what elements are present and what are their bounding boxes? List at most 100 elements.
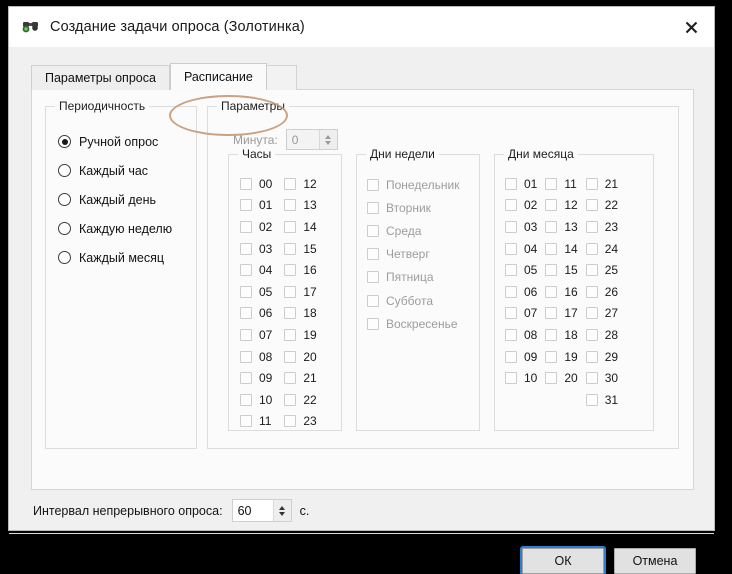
- window-title: Создание задачи опроса (Золотинка): [50, 19, 305, 35]
- radio-mark-icon: [58, 193, 71, 206]
- checkbox-hour[interactable]: 07: [240, 324, 272, 346]
- checkbox-monthday[interactable]: 02: [505, 195, 537, 217]
- checkbox-weekday[interactable]: Среда: [367, 219, 459, 242]
- close-button[interactable]: [668, 7, 714, 47]
- tab-schedule[interactable]: Расписание: [170, 63, 267, 90]
- checkbox-hour[interactable]: 22: [284, 389, 316, 411]
- cancel-button[interactable]: Отмена: [614, 548, 696, 574]
- checkbox-monthday[interactable]: 26: [586, 281, 618, 303]
- checkbox-hour[interactable]: 12: [284, 173, 316, 195]
- checkbox-weekday[interactable]: Суббота: [367, 289, 459, 312]
- checkbox-hour[interactable]: 01: [240, 195, 272, 217]
- arrow-up-icon: [279, 506, 285, 510]
- checkbox-hour[interactable]: 05: [240, 281, 272, 303]
- checkbox-label: 11: [564, 177, 576, 191]
- checkbox-weekday[interactable]: Понедельник: [367, 173, 459, 196]
- checkbox-icon: [240, 264, 252, 276]
- checkbox-monthday[interactable]: 21: [586, 173, 618, 195]
- checkbox-monthday[interactable]: 04: [505, 238, 537, 260]
- checkbox-hour[interactable]: 17: [284, 281, 316, 303]
- checkbox-monthday[interactable]: 23: [586, 216, 618, 238]
- checkbox-monthday[interactable]: 28: [586, 324, 618, 346]
- checkbox-hour[interactable]: 16: [284, 259, 316, 281]
- checkbox-monthday[interactable]: 16: [545, 281, 577, 303]
- interval-label: Интервал непрерывного опроса:: [33, 504, 223, 518]
- checkbox-icon: [367, 318, 379, 330]
- checkbox-weekday[interactable]: Четверг: [367, 243, 459, 266]
- checkbox-hour[interactable]: 00: [240, 173, 272, 195]
- checkbox-hour[interactable]: 11: [240, 411, 272, 433]
- checkbox-monthday[interactable]: 29: [586, 346, 618, 368]
- checkbox-monthday[interactable]: 20: [545, 367, 577, 389]
- radio-manual-poll[interactable]: Ручной опрос: [58, 127, 172, 156]
- checkbox-hour[interactable]: 19: [284, 324, 316, 346]
- checkbox-monthday[interactable]: 06: [505, 281, 537, 303]
- checkbox-hour[interactable]: 18: [284, 303, 316, 325]
- checkbox-icon: [505, 199, 517, 211]
- radio-every-day[interactable]: Каждый день: [58, 185, 172, 214]
- checkbox-monthday[interactable]: 31: [586, 389, 618, 411]
- checkbox-hour[interactable]: 21: [284, 367, 316, 389]
- checkbox-monthday[interactable]: 14: [545, 238, 577, 260]
- checkbox-monthday[interactable]: 24: [586, 238, 618, 260]
- checkbox-label: 11: [259, 414, 271, 428]
- checkbox-monthday[interactable]: 15: [545, 259, 577, 281]
- checkbox-hour[interactable]: 04: [240, 259, 272, 281]
- checkbox-label: 20: [564, 371, 577, 385]
- checkbox-monthday[interactable]: 10: [505, 367, 537, 389]
- checkbox-hour[interactable]: 08: [240, 346, 272, 368]
- group-weekdays: Дни недели Понедельник Вторник Среда Чет…: [356, 154, 480, 431]
- close-icon: [685, 21, 698, 34]
- checkbox-monthday[interactable]: 09: [505, 346, 537, 368]
- checkbox-hour[interactable]: 14: [284, 216, 316, 238]
- checkbox-weekday[interactable]: Вторник: [367, 196, 459, 219]
- checkbox-monthday[interactable]: 25: [586, 259, 618, 281]
- checkbox-hour[interactable]: 15: [284, 238, 316, 260]
- checkbox-hour[interactable]: 03: [240, 238, 272, 260]
- checkbox-monthday[interactable]: 18: [545, 324, 577, 346]
- interval-stepper-arrows[interactable]: [273, 500, 291, 521]
- interval-value[interactable]: 60: [233, 500, 273, 521]
- checkbox-monthday[interactable]: 01: [505, 173, 537, 195]
- checkbox-monthday[interactable]: 07: [505, 303, 537, 325]
- checkbox-monthday[interactable]: 19: [545, 346, 577, 368]
- checkbox-hour[interactable]: 02: [240, 216, 272, 238]
- group-hours-title: Часы: [238, 147, 275, 161]
- checkbox-monthday[interactable]: 05: [505, 259, 537, 281]
- checkbox-hour[interactable]: 23: [284, 411, 316, 433]
- tab-poll-parameters[interactable]: Параметры опроса: [31, 65, 170, 90]
- checkbox-icon: [367, 202, 379, 214]
- checkbox-label: 13: [303, 198, 316, 212]
- radio-every-week[interactable]: Каждую неделю: [58, 214, 172, 243]
- interval-stepper[interactable]: 60: [232, 499, 292, 522]
- checkbox-icon: [284, 264, 296, 276]
- hours-column-1: 00 01 02 03 04 05 06 07 08 09 10: [240, 173, 272, 432]
- checkbox-monthday[interactable]: 22: [586, 195, 618, 217]
- checkbox-label: 22: [303, 393, 316, 407]
- minute-stepper-arrows[interactable]: [319, 130, 337, 149]
- checkbox-weekday[interactable]: Пятница: [367, 266, 459, 289]
- dialog-window: Создание задачи опроса (Золотинка) Парам…: [8, 6, 715, 531]
- checkbox-monthday[interactable]: 08: [505, 324, 537, 346]
- radio-every-hour[interactable]: Каждый час: [58, 156, 172, 185]
- checkbox-monthday[interactable]: 30: [586, 367, 618, 389]
- monthdays-checkbox-grid: 01 02 03 04 05 06 07 08 09 10 00: [505, 173, 618, 411]
- checkbox-hour[interactable]: 13: [284, 195, 316, 217]
- checkbox-hour[interactable]: 06: [240, 303, 272, 325]
- checkbox-icon: [545, 329, 557, 341]
- ok-button[interactable]: ОК: [522, 548, 604, 574]
- checkbox-icon: [505, 351, 517, 363]
- checkbox-hour[interactable]: 20: [284, 346, 316, 368]
- radio-every-month[interactable]: Каждый месяц: [58, 243, 172, 272]
- checkbox-hour[interactable]: 10: [240, 389, 272, 411]
- checkbox-icon: [505, 221, 517, 233]
- checkbox-monthday[interactable]: 13: [545, 216, 577, 238]
- checkbox-monthday[interactable]: 03: [505, 216, 537, 238]
- checkbox-monthday[interactable]: 12: [545, 195, 577, 217]
- checkbox-monthday[interactable]: 11: [545, 173, 577, 195]
- checkbox-monthday[interactable]: 27: [586, 303, 618, 325]
- checkbox-weekday[interactable]: Воскресенье: [367, 312, 459, 335]
- minute-stepper[interactable]: 0: [286, 129, 338, 150]
- checkbox-monthday[interactable]: 17: [545, 303, 577, 325]
- checkbox-hour[interactable]: 09: [240, 367, 272, 389]
